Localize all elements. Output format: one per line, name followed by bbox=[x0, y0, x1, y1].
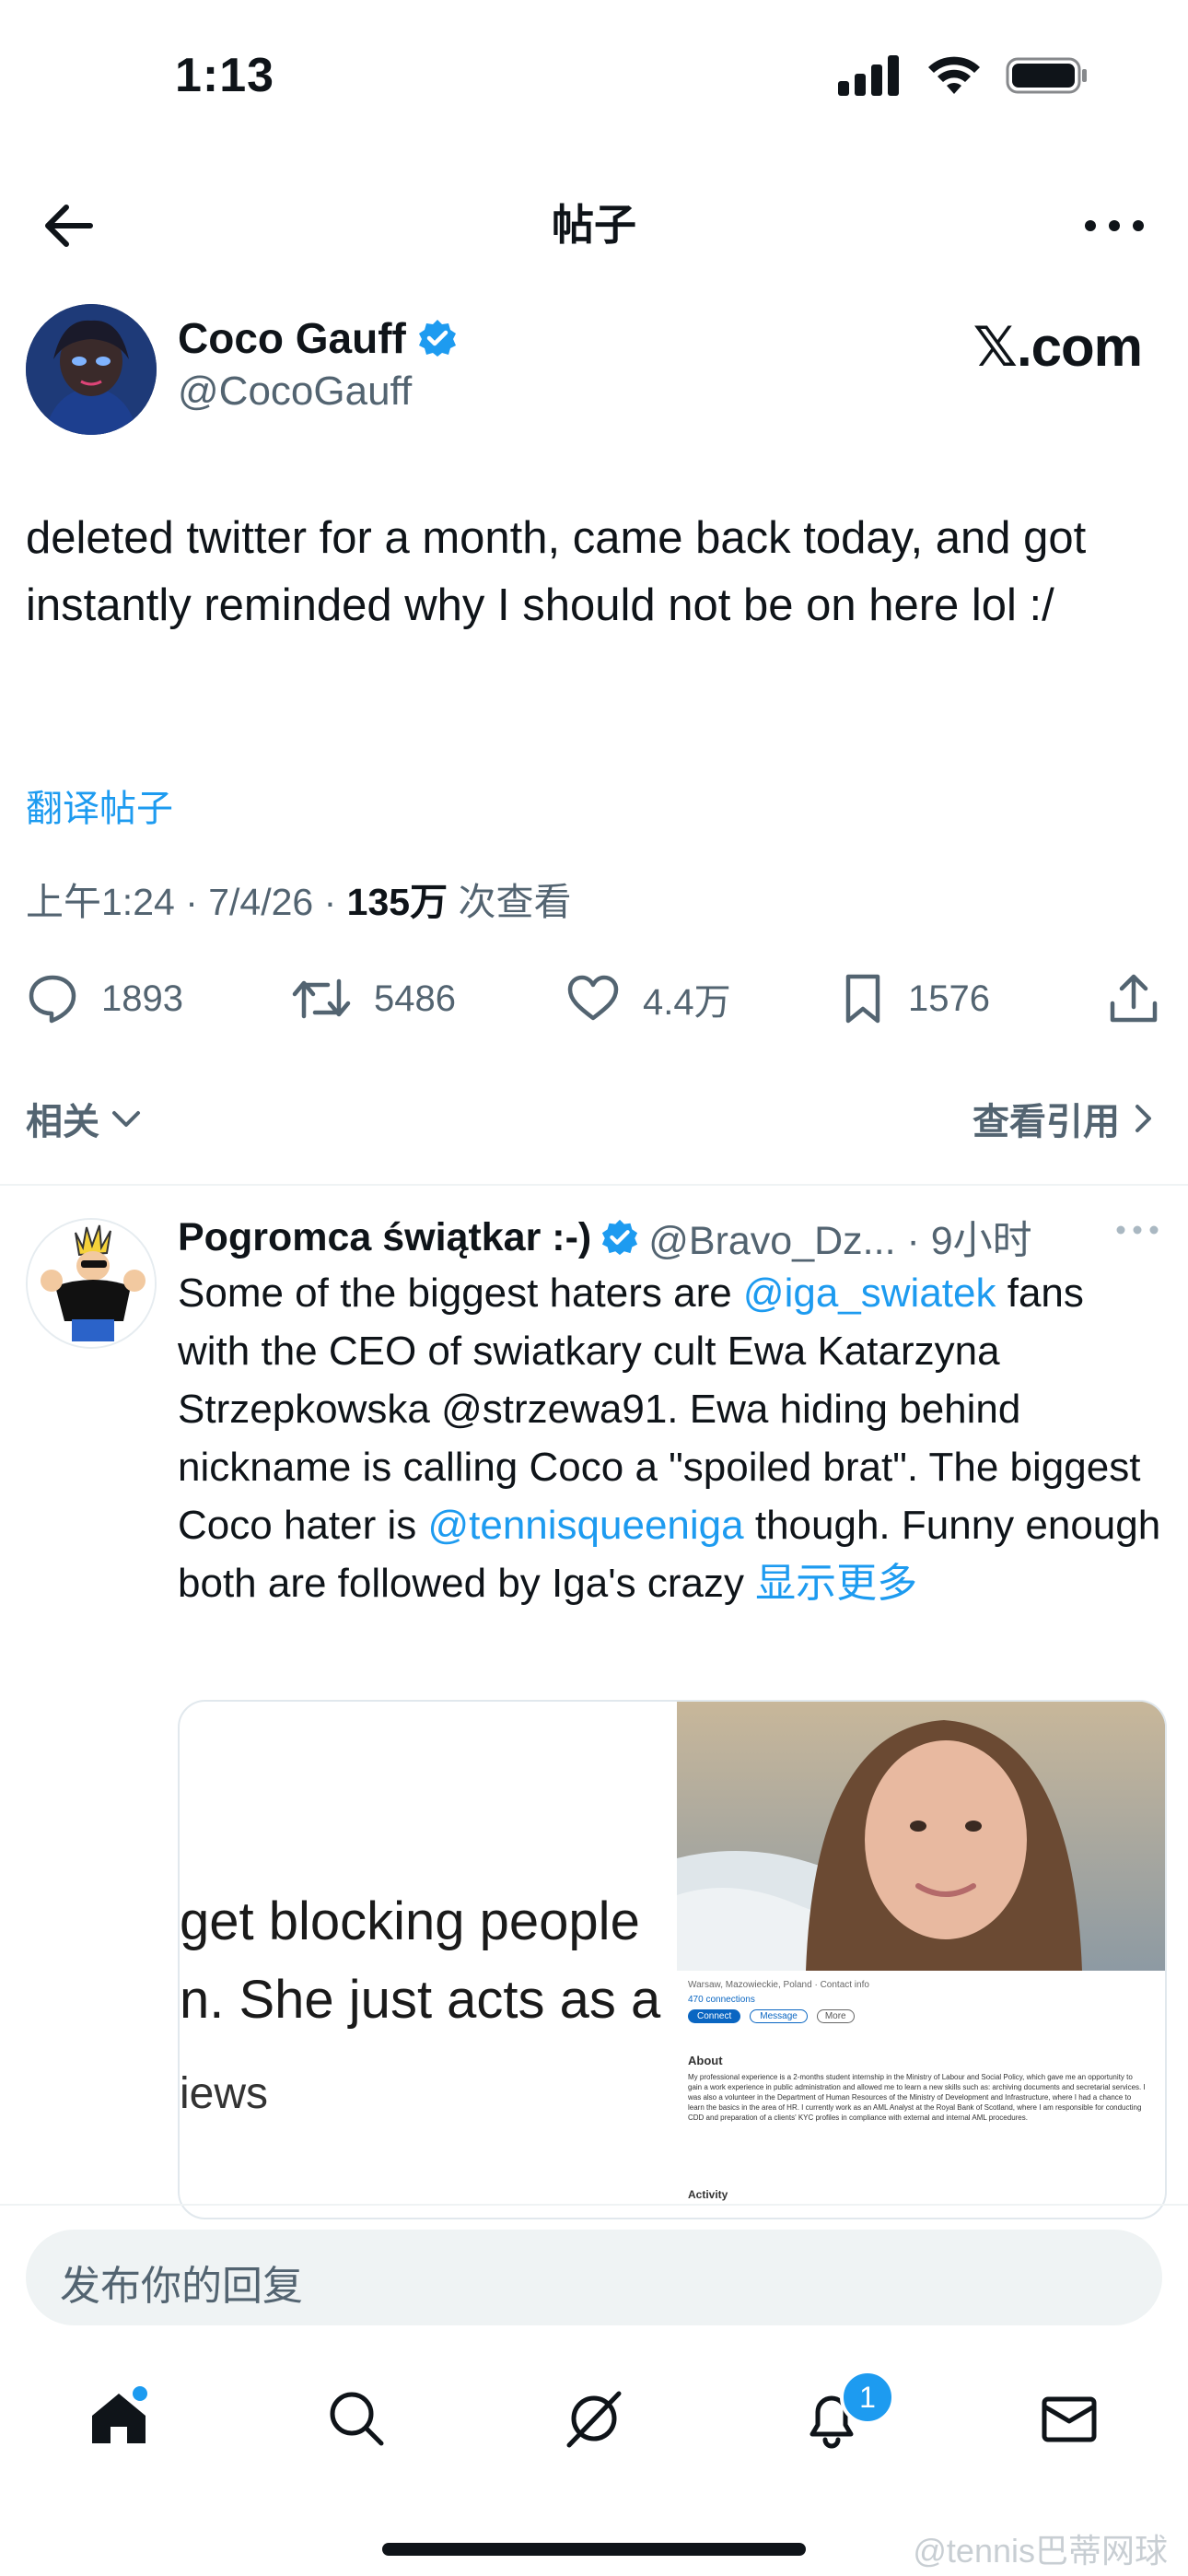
reply-action[interactable]: 1893 bbox=[26, 972, 183, 1025]
bookmark-icon bbox=[845, 974, 880, 1024]
profile-connections: 470 connections bbox=[688, 1995, 755, 2005]
divider bbox=[0, 2204, 1188, 2206]
cellular-signal-icon bbox=[838, 55, 899, 96]
tab-search[interactable] bbox=[324, 2386, 389, 2451]
repost-count: 5486 bbox=[374, 978, 456, 1019]
profile-about-title: About bbox=[688, 2054, 723, 2067]
divider bbox=[0, 1184, 1188, 1186]
repost-action[interactable]: 5486 bbox=[291, 972, 456, 1025]
watermark: @tennis巴蒂网球 bbox=[913, 2532, 1168, 2570]
comment-icon bbox=[29, 975, 76, 1024]
avatar-illustration bbox=[28, 1220, 155, 1347]
view-quotes-link[interactable]: 查看引用 bbox=[973, 1092, 1155, 1145]
profile-photo bbox=[677, 1702, 1165, 1971]
show-more-link[interactable]: 显示更多 bbox=[755, 1561, 917, 1606]
chevron-right-icon bbox=[1136, 1105, 1151, 1132]
connect-button: Connect bbox=[688, 2009, 741, 2023]
profile-location: Warsaw, Mazowieckie, Poland · Contact in… bbox=[688, 1980, 869, 1990]
more-options-button[interactable] bbox=[1077, 193, 1151, 258]
media-text-line: iews bbox=[180, 2069, 269, 2118]
status-time: 1:13 bbox=[175, 49, 275, 102]
tab-grok[interactable] bbox=[562, 2386, 626, 2451]
post-meta: 上午1:24 · 7/4/26 · 135万 次查看 bbox=[26, 871, 572, 926]
like-action[interactable]: 4.4万 bbox=[565, 972, 731, 1025]
reply-author-name[interactable]: Pogromca świątkar :-) bbox=[178, 1215, 591, 1260]
page-title: 帖子 bbox=[552, 201, 636, 249]
notification-badge: 1 bbox=[840, 2370, 895, 2425]
reply-media-card[interactable]: get blocking people n. She just acts as … bbox=[178, 1700, 1167, 2219]
ellipsis-icon bbox=[1085, 220, 1144, 231]
reply-composer-placeholder[interactable]: 发布你的回复 bbox=[60, 2253, 303, 2312]
verified-badge-icon bbox=[602, 1219, 638, 1256]
share-action[interactable] bbox=[1107, 972, 1160, 1025]
grok-icon bbox=[566, 2391, 622, 2448]
photo-illustration bbox=[677, 1702, 1165, 1971]
profile-panel: Warsaw, Mazowieckie, Poland · Contact in… bbox=[682, 1978, 1159, 2218]
view-label: 次查看 bbox=[448, 881, 572, 923]
tab-messages[interactable] bbox=[1037, 2386, 1101, 2451]
media-text-line: n. She just acts as a bbox=[180, 1970, 661, 2030]
author-handle[interactable]: @CocoGauff bbox=[178, 369, 412, 415]
reply-header: Pogromca świątkar :-) @Bravo_Dz... · 9小时 bbox=[178, 1209, 1032, 1266]
battery-icon bbox=[1006, 57, 1087, 94]
author-name-row[interactable]: Coco Gauff bbox=[178, 313, 458, 363]
home-icon bbox=[92, 2386, 147, 2443]
more-button: More bbox=[816, 2009, 855, 2023]
message-button: Message bbox=[750, 2009, 808, 2023]
repost-icon bbox=[292, 978, 351, 1019]
mention-link[interactable]: @tennisqueeniga bbox=[427, 1503, 743, 1548]
related-label: 相关 bbox=[26, 1102, 99, 1142]
profile-activity: Activity bbox=[688, 2188, 728, 2201]
view-count: 135万 bbox=[346, 881, 448, 923]
mention-link[interactable]: @iga_swiatek bbox=[743, 1270, 996, 1316]
tab-home[interactable] bbox=[87, 2386, 151, 2451]
profile-about-text: My professional experience is a 2-months… bbox=[688, 2073, 1146, 2122]
x-com-logo: 𝕏.com bbox=[973, 316, 1143, 378]
translate-post-link[interactable]: 翻译帖子 bbox=[26, 779, 173, 832]
ellipsis-icon bbox=[1116, 1225, 1159, 1235]
mail-icon bbox=[1042, 2396, 1097, 2442]
heart-icon bbox=[567, 975, 619, 1021]
home-indicator[interactable] bbox=[382, 2543, 806, 2556]
author-name: Coco Gauff bbox=[178, 314, 406, 362]
verified-badge-icon bbox=[418, 320, 456, 357]
media-text-line: get blocking people bbox=[180, 1891, 640, 1951]
reply-more-button[interactable] bbox=[1114, 1212, 1160, 1253]
profile-buttons: Connect Message More bbox=[688, 2009, 855, 2023]
reply-text-part: Some of the biggest haters are bbox=[178, 1270, 743, 1316]
reply-text: Some of the biggest haters are @iga_swia… bbox=[178, 1264, 1163, 1612]
reply-handle-time[interactable]: @Bravo_Dz... · 9小时 bbox=[648, 1209, 1031, 1266]
post-timestamp[interactable]: 上午1:24 · 7/4/26 · bbox=[26, 881, 347, 923]
like-count: 4.4万 bbox=[643, 982, 731, 1023]
bookmark-count: 1576 bbox=[908, 978, 990, 1019]
share-icon bbox=[1110, 974, 1158, 1023]
wifi-icon bbox=[928, 56, 980, 94]
reply-count: 1893 bbox=[101, 978, 183, 1019]
author-avatar[interactable] bbox=[26, 304, 157, 435]
avatar-illustration bbox=[26, 304, 157, 435]
status-icons bbox=[838, 55, 1089, 96]
view-quotes-label: 查看引用 bbox=[973, 1102, 1120, 1142]
reply-author-avatar[interactable] bbox=[26, 1218, 157, 1349]
search-icon bbox=[330, 2392, 384, 2446]
related-toggle[interactable]: 相关 bbox=[26, 1092, 144, 1145]
bookmark-action[interactable]: 1576 bbox=[840, 972, 990, 1025]
chevron-down-icon bbox=[112, 1111, 140, 1127]
post-text: deleted twitter for a month, came back t… bbox=[26, 513, 1087, 630]
